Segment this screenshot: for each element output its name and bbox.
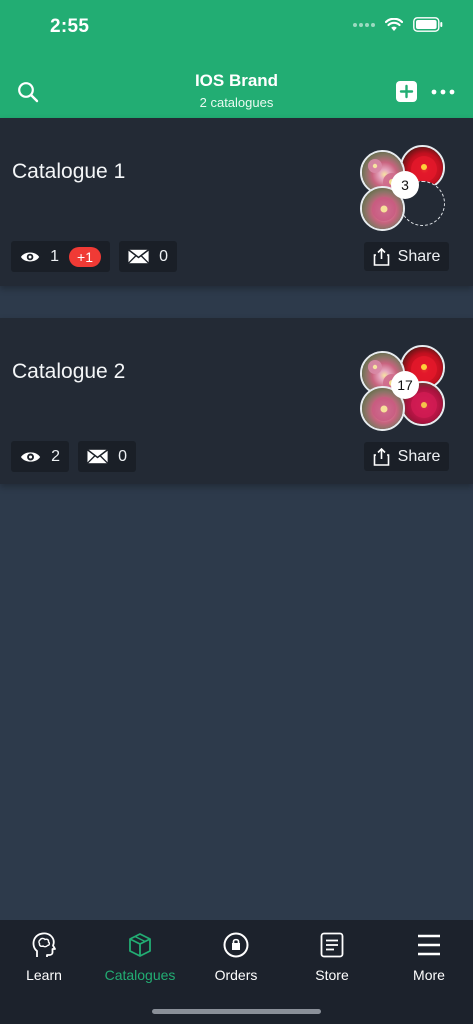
envelope-icon bbox=[128, 249, 150, 264]
tab-more[interactable]: More bbox=[381, 930, 473, 983]
photo-count-badge: 17 bbox=[391, 371, 419, 399]
share-label: Share bbox=[397, 447, 441, 465]
share-icon bbox=[373, 247, 389, 266]
share-label: Share bbox=[397, 247, 441, 265]
tab-store[interactable]: Store bbox=[284, 930, 380, 983]
views-count: 2 bbox=[51, 447, 60, 465]
share-button[interactable]: Share bbox=[364, 442, 449, 471]
plus-square-icon bbox=[395, 80, 417, 102]
new-views-badge: +1 bbox=[69, 246, 101, 267]
messages-counter: 0 bbox=[78, 441, 136, 472]
home-indicator bbox=[152, 1009, 321, 1014]
tab-orders[interactable]: Orders bbox=[188, 930, 284, 983]
photo-count-badge: 3 bbox=[391, 171, 419, 199]
catalogue-thumbnails: 17 bbox=[360, 345, 446, 431]
messages-count: 0 bbox=[118, 447, 127, 465]
messages-count: 0 bbox=[159, 247, 168, 265]
box-icon bbox=[127, 930, 153, 960]
tab-catalogues[interactable]: Catalogues bbox=[92, 930, 188, 983]
brain-head-icon bbox=[31, 930, 57, 960]
catalogue-card[interactable]: Catalogue 1 3 1 +1 0 Share bbox=[0, 118, 473, 286]
share-icon bbox=[373, 447, 389, 466]
eye-icon bbox=[20, 252, 40, 261]
bag-circle-icon bbox=[223, 930, 249, 960]
share-button[interactable]: Share bbox=[364, 242, 449, 271]
messages-counter: 0 bbox=[119, 241, 177, 272]
wifi-icon bbox=[385, 17, 403, 31]
hamburger-menu-icon bbox=[416, 930, 442, 960]
tab-label: Orders bbox=[214, 967, 258, 983]
catalogue-card[interactable]: Catalogue 2 17 2 0 Share bbox=[0, 318, 473, 484]
views-counter: 2 bbox=[11, 441, 69, 472]
tab-label: More bbox=[413, 967, 445, 983]
status-time: 2:55 bbox=[50, 16, 90, 37]
tab-label: Store bbox=[315, 967, 349, 983]
eye-icon bbox=[20, 451, 41, 462]
more-options-button[interactable] bbox=[428, 80, 458, 104]
add-catalogue-button[interactable] bbox=[394, 79, 418, 103]
views-counter: 1 +1 bbox=[11, 241, 110, 272]
envelope-icon bbox=[87, 449, 109, 464]
battery-icon bbox=[413, 17, 443, 32]
tab-learn[interactable]: Learn bbox=[0, 930, 92, 983]
list-document-icon bbox=[320, 930, 344, 960]
cellular-signal-icon bbox=[353, 22, 375, 27]
catalogue-title: Catalogue 1 bbox=[12, 160, 126, 183]
catalogue-thumbnails: 3 bbox=[360, 145, 446, 231]
tab-label: Learn bbox=[26, 967, 62, 983]
ellipsis-icon bbox=[431, 89, 455, 95]
catalogue-title: Catalogue 2 bbox=[12, 360, 126, 383]
views-count: 1 bbox=[50, 247, 60, 265]
app-header: 2:55 IOS Brand 2 catalogues bbox=[0, 0, 473, 118]
tab-label: Catalogues bbox=[104, 967, 176, 983]
status-icons bbox=[353, 17, 443, 32]
